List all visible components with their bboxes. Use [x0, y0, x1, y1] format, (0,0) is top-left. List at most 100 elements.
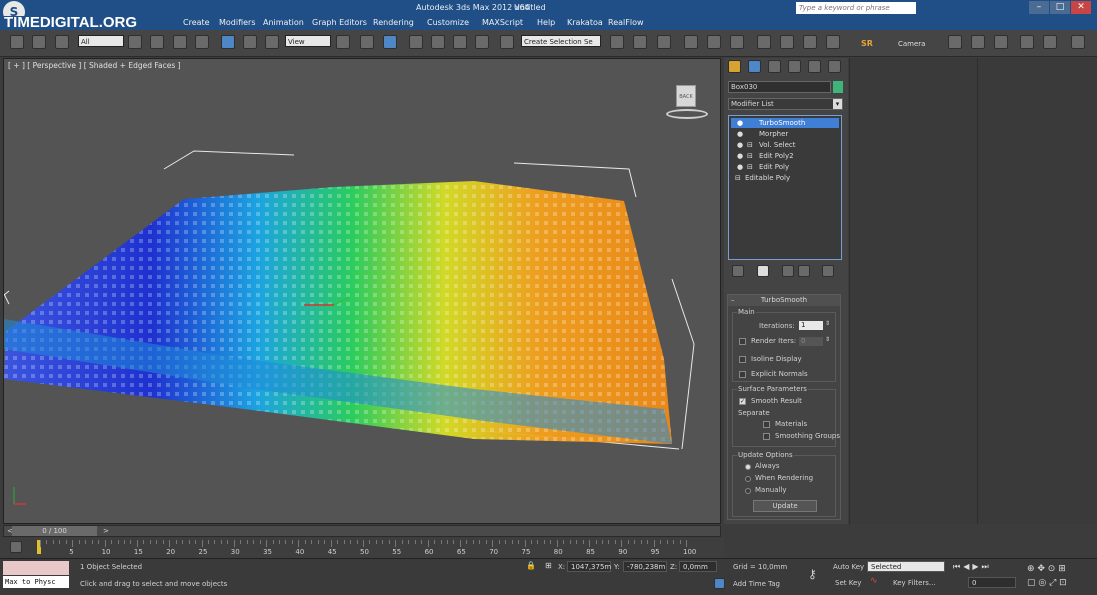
mirror-icon[interactable] [610, 35, 624, 49]
maximize-button[interactable]: □ [1050, 1, 1070, 14]
stack-item-edit-poly2[interactable]: ● ⊟ Edit Poly2 [731, 151, 839, 161]
isoline-checkbox[interactable] [739, 356, 746, 363]
material-editor-icon[interactable] [757, 35, 771, 49]
lock-icon[interactable]: 🔒 [526, 561, 536, 570]
plugin-tool-6-icon[interactable] [1071, 35, 1085, 49]
link-icon[interactable] [10, 35, 24, 49]
menu-rendering[interactable]: Rendering [373, 18, 414, 27]
reference-coord-dropdown[interactable]: View [285, 35, 331, 47]
panel-divider[interactable] [977, 58, 978, 524]
auto-key-button[interactable]: Auto Key [833, 563, 864, 571]
z-coordinate-field[interactable]: 0,0mm [679, 561, 717, 572]
select-scale-icon[interactable] [265, 35, 279, 49]
time-next-arrow-icon[interactable]: > [103, 527, 109, 535]
key-curve-icon[interactable]: ∿ [870, 576, 878, 586]
close-button[interactable]: ✕ [1071, 1, 1091, 14]
modifier-stack[interactable]: ● TurboSmooth ● Morpher ● ⊟ Vol. Select ● ⊟ Ed… [728, 115, 842, 260]
plugin-tool-5-icon[interactable] [1043, 35, 1057, 49]
maxscript-mini-listener-top[interactable] [3, 561, 69, 575]
pin-stack-icon[interactable] [732, 265, 744, 277]
stack-item-editable-poly[interactable]: ⊟ Editable Poly [731, 173, 839, 183]
menu-realflow[interactable]: RealFlow [608, 18, 644, 27]
smoothing-groups-checkbox[interactable] [763, 433, 770, 440]
make-unique-icon[interactable] [782, 265, 794, 277]
bulb-icon[interactable]: ● [737, 140, 743, 150]
object-color-swatch[interactable] [833, 81, 843, 93]
expand-icon[interactable]: ⊟ [735, 173, 741, 183]
menu-animation[interactable]: Animation [263, 18, 304, 27]
expand-icon[interactable]: ⊟ [747, 162, 753, 172]
select-rotate-icon[interactable] [243, 35, 257, 49]
keyboard-shortcut-icon[interactable] [383, 35, 397, 49]
x-coordinate-field[interactable]: 1047,375m [567, 561, 611, 572]
bind-spacewarp-icon[interactable] [55, 35, 69, 49]
iterations-spinner[interactable]: 1 [799, 321, 823, 330]
menu-modifiers[interactable]: Modifiers [219, 18, 256, 27]
render-setup-icon[interactable] [780, 35, 794, 49]
stack-item-turbosmooth[interactable]: ● TurboSmooth [731, 118, 839, 128]
tab-modify[interactable] [748, 60, 761, 73]
y-coordinate-field[interactable]: -780,238m [623, 561, 667, 572]
rendered-frame-icon[interactable] [803, 35, 817, 49]
object-name-field[interactable]: Box030 [728, 81, 831, 93]
update-button[interactable]: Update [753, 500, 817, 512]
layer-manager-icon[interactable] [657, 35, 671, 49]
viewcube-face[interactable]: BACK [676, 85, 696, 107]
select-by-name-icon[interactable] [150, 35, 164, 49]
rollout-header[interactable]: – TurboSmooth [728, 295, 840, 306]
camera-label[interactable]: Camera [898, 40, 925, 48]
spinner-arrows-icon[interactable]: ⇕ [825, 320, 830, 327]
stack-item-morpher[interactable]: ● Morpher [731, 129, 839, 139]
menu-create[interactable]: Create [183, 18, 210, 27]
named-selection-dropdown[interactable]: Create Selection Se [521, 35, 601, 47]
stack-item-edit-poly[interactable]: ● ⊟ Edit Poly [731, 162, 839, 172]
materials-checkbox[interactable] [763, 421, 770, 428]
time-slider-thumb[interactable]: 0 / 100 [12, 526, 97, 536]
viewport-navigation-controls[interactable]: ⊕ ✥ ⊙ ⊞ ▢ ◎ ⤢ ⊡ [1027, 562, 1095, 590]
unlink-icon[interactable] [32, 35, 46, 49]
tab-create[interactable] [728, 60, 741, 73]
menu-customize[interactable]: Customize [427, 18, 469, 27]
schematic-view-icon[interactable] [730, 35, 744, 49]
bulb-icon[interactable]: ● [737, 129, 743, 139]
render-iters-spinner[interactable]: 0 [799, 337, 823, 346]
select-object-icon[interactable] [128, 35, 142, 49]
bulb-icon[interactable]: ● [737, 162, 743, 172]
snaps-toggle-icon[interactable] [409, 35, 423, 49]
graphite-tools-icon[interactable] [684, 35, 698, 49]
time-slider[interactable]: < 0 / 100 > [3, 525, 721, 537]
viewcube[interactable]: BACK [664, 81, 710, 119]
edit-named-sets-icon[interactable] [500, 35, 514, 49]
spinner-snap-icon[interactable] [475, 35, 489, 49]
menu-graph-editors[interactable]: Graph Editors [312, 18, 367, 27]
bulb-icon[interactable]: ● [737, 118, 743, 128]
plugin-tool-1-icon[interactable] [948, 35, 962, 49]
explicit-normals-checkbox[interactable] [739, 371, 746, 378]
tab-utilities[interactable] [828, 60, 841, 73]
select-manipulate-icon[interactable] [360, 35, 374, 49]
key-filters-button[interactable]: Key Filters... [893, 579, 936, 587]
expand-icon[interactable]: ⊟ [747, 140, 753, 150]
remove-modifier-icon[interactable] [798, 265, 810, 277]
render-production-icon[interactable] [826, 35, 840, 49]
menu-help[interactable]: Help [537, 18, 555, 27]
percent-snap-icon[interactable] [453, 35, 467, 49]
bulb-icon[interactable]: ● [737, 151, 743, 161]
select-move-icon[interactable] [221, 35, 235, 49]
add-time-tag-button[interactable]: Add Time Tag [733, 580, 780, 588]
current-frame-field[interactable]: 0 [968, 577, 1016, 588]
modifier-list-dropdown[interactable]: Modifier List ▾ [728, 98, 843, 110]
tab-motion[interactable] [788, 60, 801, 73]
plugin-tool-3-icon[interactable] [994, 35, 1008, 49]
pivot-center-icon[interactable] [336, 35, 350, 49]
panel-divider[interactable] [849, 58, 850, 524]
show-end-result-icon[interactable] [757, 265, 769, 277]
set-key-button[interactable]: Set Key [835, 579, 861, 587]
when-rendering-radio[interactable] [745, 476, 751, 482]
trackbar[interactable]: 5 10 15 20 25 30 35 40 45 50 55 60 65 70 75 80 85 90 95 100 [0, 538, 724, 558]
perspective-viewport[interactable]: [ + ] [ Perspective ] [ Shaded + Edged F… [3, 58, 721, 524]
curve-editor-icon[interactable] [707, 35, 721, 49]
smooth-result-checkbox[interactable]: ✓ [739, 398, 746, 405]
selection-filter-dropdown[interactable]: All [78, 35, 124, 47]
always-radio[interactable] [745, 464, 751, 470]
